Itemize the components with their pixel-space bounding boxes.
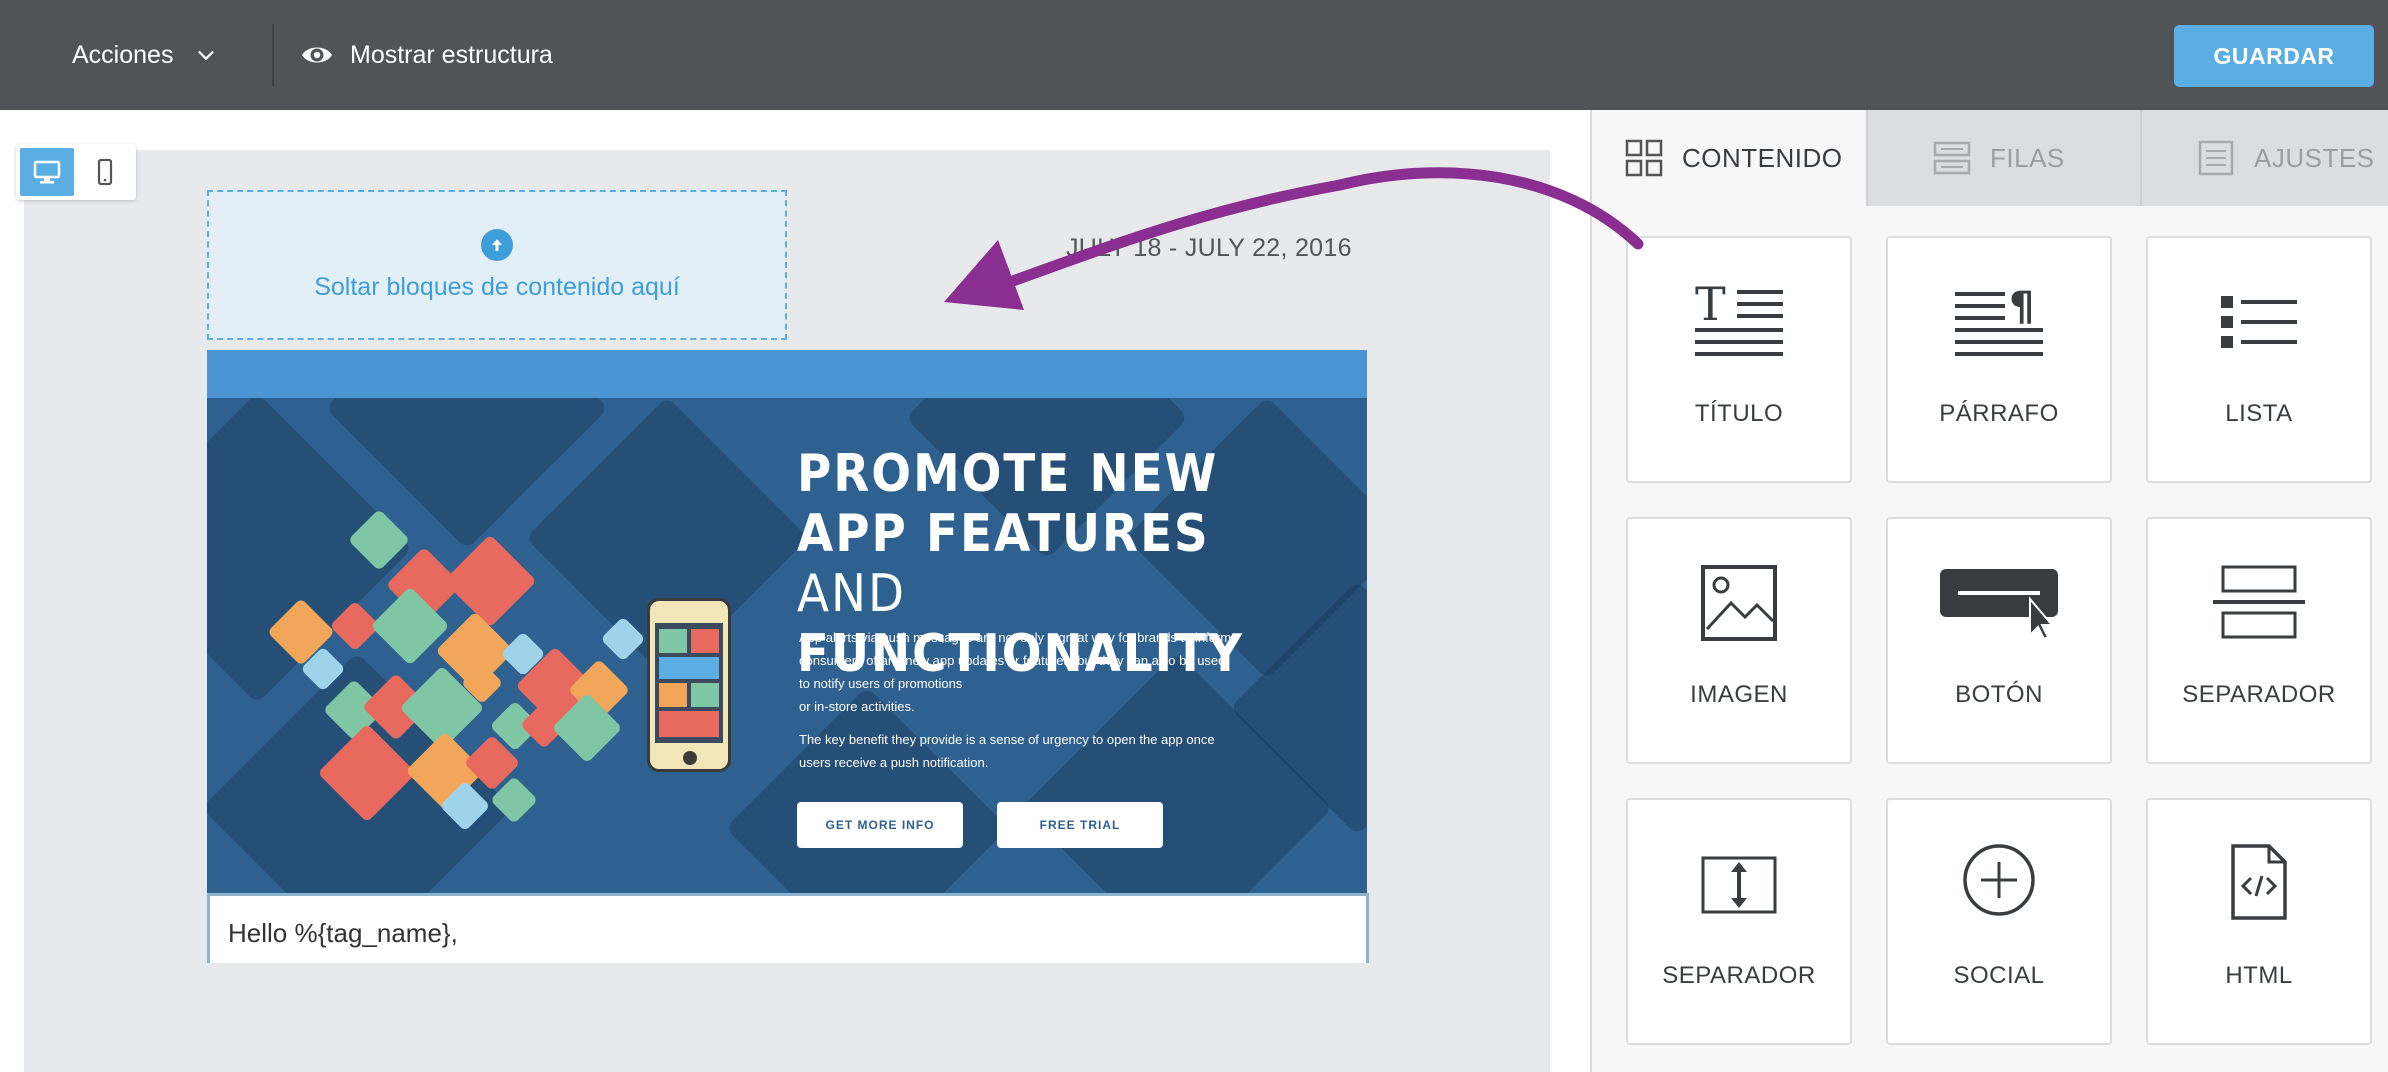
get-more-info-button[interactable]: GET MORE INFO: [797, 802, 963, 848]
block-titulo-label: TÍTULO: [1694, 400, 1784, 427]
grid-icon: [1625, 139, 1663, 177]
hero-banner[interactable]: PROMOTE NEW APP FEATURES AND FUNCTIONALI…: [207, 350, 1367, 942]
hero-title-line3-thin: AND: [797, 564, 907, 624]
divider-icon: [2213, 565, 2305, 639]
block-separador-divider-label: SEPARADOR: [2182, 681, 2336, 708]
hero-text-line: App alerts via push messages are not onl…: [799, 630, 1232, 645]
hero-paragraph-2: The key benefit they provide is a sense …: [799, 728, 1249, 774]
spacer-icon: [1701, 856, 1777, 914]
content-panel: CONTENIDO FILAS AJUSTES T TÍTULO ¶ PÁRRA…: [1590, 110, 2388, 1072]
tab-filas-label: FILAS: [1990, 142, 2065, 173]
image-icon: [1701, 565, 1777, 641]
block-boton[interactable]: BOTÓN: [1886, 517, 2112, 764]
block-parrafo[interactable]: ¶ PÁRRAFO: [1886, 236, 2112, 483]
acciones-label: Acciones: [72, 40, 174, 69]
tab-contenido[interactable]: CONTENIDO: [1592, 110, 1866, 206]
email-dateline: JULY 18 - JULY 22, 2016: [1066, 234, 1352, 262]
tab-ajustes[interactable]: AJUSTES: [2140, 110, 2388, 206]
toolbar-divider: [272, 24, 274, 86]
mobile-view-button[interactable]: [78, 148, 132, 196]
hero-text-line: The key benefit they provide is a sense …: [799, 732, 1215, 747]
dropzone-label: Soltar bloques de contenido aquí: [314, 272, 680, 301]
greeting-text-block[interactable]: Hello %{tag_name},: [207, 893, 1369, 963]
block-imagen[interactable]: IMAGEN: [1626, 517, 1852, 764]
panel-tabs: CONTENIDO FILAS AJUSTES: [1592, 110, 2388, 206]
acciones-dropdown[interactable]: Acciones: [72, 30, 217, 80]
paragraph-icon: ¶: [1955, 284, 2043, 356]
block-lista-label: LISTA: [2225, 400, 2293, 427]
title-text-icon: T: [1695, 282, 1783, 356]
desktop-icon: [33, 160, 61, 184]
tab-ajustes-label: AJUSTES: [2254, 142, 2375, 173]
top-toolbar: Acciones Mostrar estructura GUARDAR: [0, 0, 2388, 110]
desktop-view-button[interactable]: [20, 148, 74, 196]
block-separador-spacer[interactable]: SEPARADOR: [1626, 798, 1852, 1045]
block-titulo[interactable]: T TÍTULO: [1626, 236, 1852, 483]
arrow-up-circle-icon: [481, 228, 513, 261]
device-toggle: [16, 144, 136, 200]
hero-text-line: users receive a push notification.: [799, 755, 989, 770]
block-imagen-label: IMAGEN: [1690, 681, 1788, 708]
block-html-label: HTML: [2225, 962, 2293, 989]
hero-text-line: to notify users of promotions: [799, 676, 963, 691]
hero-title-line2: APP FEATURES: [797, 504, 1210, 564]
settings-list-icon: [2198, 140, 2234, 176]
block-social[interactable]: SOCIAL: [1886, 798, 2112, 1045]
mostrar-estructura-toggle[interactable]: Mostrar estructura: [300, 30, 553, 80]
block-boton-label: BOTÓN: [1955, 681, 2043, 708]
svg-text:¶: ¶: [2009, 284, 2034, 330]
guardar-button[interactable]: GUARDAR: [2174, 25, 2374, 87]
chevron-down-icon: [198, 51, 215, 61]
hero-text-line: or in-store activities.: [799, 699, 915, 714]
phone-illustration: [647, 598, 731, 772]
block-separador-spacer-label: SEPARADOR: [1662, 962, 1816, 989]
hero-paragraph-1: App alerts via push messages are not onl…: [799, 626, 1249, 718]
button-icon: [1940, 569, 2058, 641]
block-separador-divider[interactable]: SEPARADOR: [2146, 517, 2372, 764]
block-lista[interactable]: LISTA: [2146, 236, 2372, 483]
free-trial-button[interactable]: FREE TRIAL: [997, 802, 1163, 848]
code-file-icon: [2231, 844, 2287, 920]
block-html[interactable]: HTML: [2146, 798, 2372, 1045]
rows-icon: [1933, 141, 1971, 175]
wifi-icon: [443, 534, 537, 628]
tab-filas[interactable]: FILAS: [1866, 110, 2140, 206]
plus-circle-icon: [1963, 844, 2035, 916]
eye-icon: [302, 47, 332, 63]
svg-text:T: T: [1695, 282, 1726, 331]
block-social-label: SOCIAL: [1953, 962, 2045, 989]
tab-contenido-label: CONTENIDO: [1682, 142, 1843, 173]
hero-text-line: consumers of any new app updates or feat…: [799, 653, 1226, 668]
hero-title-line1: PROMOTE NEW: [797, 444, 1219, 504]
block-parrafo-label: PÁRRAFO: [1939, 400, 2059, 427]
mostrar-estructura-label: Mostrar estructura: [350, 40, 553, 69]
mobile-icon: [97, 158, 113, 186]
content-dropzone[interactable]: Soltar bloques de contenido aquí: [207, 190, 787, 340]
list-icon: [2221, 296, 2297, 348]
